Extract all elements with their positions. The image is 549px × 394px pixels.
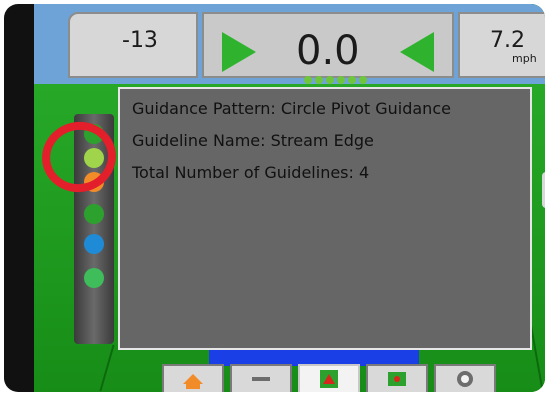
left-readout-tile[interactable]: -13 [68, 12, 198, 78]
left-readout-value: -13 [122, 28, 158, 53]
home-icon-body [186, 381, 200, 389]
device-frame: -13 0.0 7.2 mph Guidance Pattern: Circle… [4, 4, 545, 392]
marker-icon[interactable] [84, 234, 104, 254]
guidance-arrow-icon [323, 374, 335, 384]
tools-button[interactable] [230, 364, 292, 392]
center-readout-tile[interactable]: 0.0 [202, 12, 454, 84]
flag-marker-icon [394, 376, 400, 382]
home-button[interactable] [162, 364, 224, 392]
speed-readout-tile[interactable]: 7.2 mph [458, 12, 545, 78]
compass-button[interactable] [542, 172, 545, 208]
lightbar-dot [337, 76, 345, 84]
steering-icon[interactable] [84, 204, 104, 224]
guidance-view-button[interactable] [298, 364, 360, 392]
screen: -13 0.0 7.2 mph Guidance Pattern: Circle… [34, 4, 545, 392]
lightbar-dot [326, 76, 334, 84]
top-status-bar: -13 0.0 7.2 mph [34, 8, 545, 84]
guidance-arrow-right-icon [400, 32, 434, 72]
screwdriver-icon [252, 377, 270, 381]
info-panel: Guidance Pattern: Circle Pivot Guidance … [118, 87, 532, 350]
info-line: Guideline Name: Stream Edge [132, 131, 374, 150]
lightbar-dot [348, 76, 356, 84]
bottom-toolbar [162, 364, 502, 392]
drop-icon[interactable] [84, 268, 104, 288]
lightbar-dot [359, 76, 367, 84]
lightbar-dot [315, 76, 323, 84]
camera-lens-icon [461, 375, 469, 383]
guidance-arrow-left-icon [222, 32, 256, 72]
center-readout-value: 0.0 [296, 28, 360, 74]
speed-value: 7.2 [490, 28, 525, 53]
speed-unit: mph [512, 52, 537, 65]
lightbar-dot [304, 76, 312, 84]
camera-button[interactable] [434, 364, 496, 392]
info-line: Guidance Pattern: Circle Pivot Guidance [132, 99, 451, 118]
field-flag-button[interactable] [366, 364, 428, 392]
info-line: Total Number of Guidelines: 4 [132, 163, 370, 182]
lightbar-dots [304, 76, 367, 84]
